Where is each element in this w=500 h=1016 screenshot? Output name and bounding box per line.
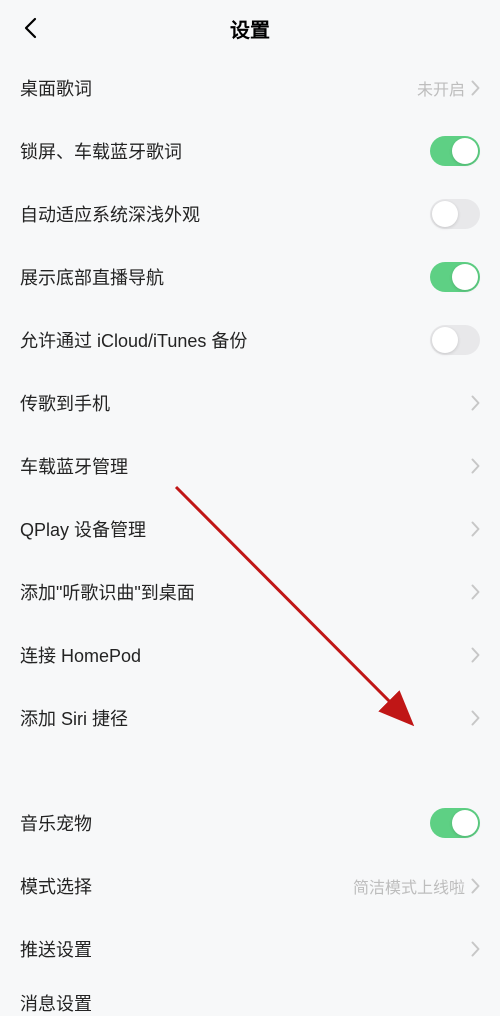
settings-list-2: 音乐宠物模式选择简洁模式上线啦推送设置 bbox=[0, 791, 500, 980]
row-label: 展示底部直播导航 bbox=[20, 264, 430, 290]
toggle-switch[interactable] bbox=[430, 808, 480, 838]
settings-row: 自动适应系统深浅外观 bbox=[20, 182, 480, 245]
chevron-right-icon bbox=[471, 647, 480, 663]
settings-list-1: 桌面歌词未开启锁屏、车载蓝牙歌词自动适应系统深浅外观展示底部直播导航允许通过 i… bbox=[0, 56, 500, 749]
toggle-switch[interactable] bbox=[430, 136, 480, 166]
row-label: QPlay 设备管理 bbox=[20, 516, 471, 542]
chevron-right-icon bbox=[471, 710, 480, 726]
row-right bbox=[471, 395, 480, 411]
settings-row[interactable]: 传歌到手机 bbox=[20, 371, 480, 434]
row-right bbox=[471, 521, 480, 537]
row-right bbox=[471, 710, 480, 726]
row-right bbox=[471, 458, 480, 474]
settings-row: 展示底部直播导航 bbox=[20, 245, 480, 308]
row-label: 模式选择 bbox=[20, 873, 353, 899]
row-right bbox=[471, 647, 480, 663]
settings-row[interactable]: 车载蓝牙管理 bbox=[20, 434, 480, 497]
row-label: 推送设置 bbox=[20, 936, 471, 962]
settings-row[interactable]: QPlay 设备管理 bbox=[20, 497, 480, 560]
row-label: 音乐宠物 bbox=[20, 810, 430, 836]
toggle-knob bbox=[432, 327, 458, 353]
row-label: 添加"听歌识曲"到桌面 bbox=[20, 579, 471, 605]
row-label: 自动适应系统深浅外观 bbox=[20, 201, 430, 227]
back-button[interactable] bbox=[16, 14, 44, 42]
settings-row[interactable]: 模式选择简洁模式上线啦 bbox=[20, 854, 480, 917]
row-right bbox=[430, 262, 480, 292]
page-title: 设置 bbox=[230, 14, 270, 43]
row-right bbox=[430, 808, 480, 838]
row-right bbox=[430, 325, 480, 355]
toggle-switch[interactable] bbox=[430, 325, 480, 355]
cutoff-label: 消息设置 bbox=[20, 980, 480, 1016]
row-label: 添加 Siri 捷径 bbox=[20, 705, 471, 731]
row-right: 简洁模式上线啦 bbox=[353, 874, 480, 898]
row-right bbox=[471, 941, 480, 957]
chevron-right-icon bbox=[471, 80, 480, 96]
settings-row: 允许通过 iCloud/iTunes 备份 bbox=[20, 308, 480, 371]
row-label: 桌面歌词 bbox=[20, 75, 417, 101]
row-right bbox=[430, 136, 480, 166]
settings-row[interactable]: 连接 HomePod bbox=[20, 623, 480, 686]
chevron-right-icon bbox=[471, 521, 480, 537]
row-right: 未开启 bbox=[417, 76, 480, 100]
chevron-left-icon bbox=[23, 17, 37, 39]
row-subtext: 未开启 bbox=[417, 76, 465, 100]
chevron-right-icon bbox=[471, 878, 480, 894]
settings-row: 锁屏、车载蓝牙歌词 bbox=[20, 119, 480, 182]
chevron-right-icon bbox=[471, 458, 480, 474]
toggle-knob bbox=[432, 201, 458, 227]
toggle-knob bbox=[452, 810, 478, 836]
settings-row[interactable]: 添加 Siri 捷径 bbox=[20, 686, 480, 749]
toggle-knob bbox=[452, 264, 478, 290]
toggle-knob bbox=[452, 138, 478, 164]
row-subtext: 简洁模式上线啦 bbox=[353, 874, 465, 898]
chevron-right-icon bbox=[471, 941, 480, 957]
row-right bbox=[430, 199, 480, 229]
row-right bbox=[471, 584, 480, 600]
header: 设置 bbox=[0, 0, 500, 56]
row-label: 传歌到手机 bbox=[20, 390, 471, 416]
settings-gap bbox=[0, 749, 500, 791]
settings-row[interactable]: 添加"听歌识曲"到桌面 bbox=[20, 560, 480, 623]
settings-row[interactable]: 推送设置 bbox=[20, 917, 480, 980]
row-label: 连接 HomePod bbox=[20, 642, 471, 668]
chevron-right-icon bbox=[471, 395, 480, 411]
row-label: 允许通过 iCloud/iTunes 备份 bbox=[20, 327, 430, 353]
row-label: 锁屏、车载蓝牙歌词 bbox=[20, 138, 430, 164]
settings-row: 音乐宠物 bbox=[20, 791, 480, 854]
cutoff-row: 消息设置 bbox=[0, 980, 500, 1016]
toggle-switch[interactable] bbox=[430, 199, 480, 229]
row-label: 车载蓝牙管理 bbox=[20, 453, 471, 479]
settings-row[interactable]: 桌面歌词未开启 bbox=[20, 56, 480, 119]
chevron-right-icon bbox=[471, 584, 480, 600]
toggle-switch[interactable] bbox=[430, 262, 480, 292]
